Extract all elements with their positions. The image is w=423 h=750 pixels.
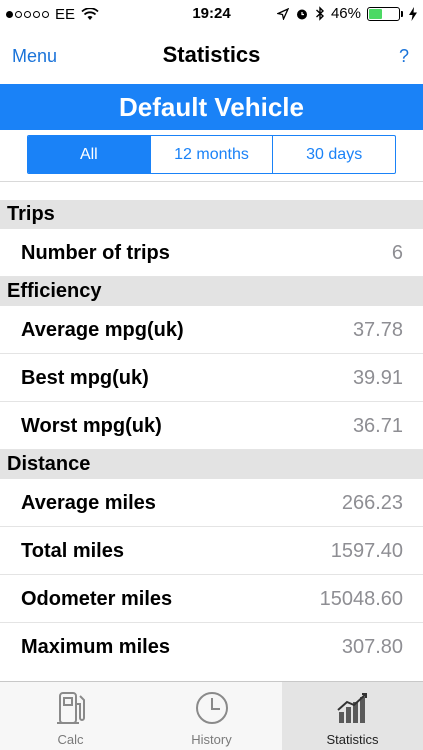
divider — [0, 181, 423, 182]
tab-statistics[interactable]: Statistics — [282, 682, 423, 750]
stat-row: Best mpg(uk) 39.91 — [0, 354, 423, 402]
stat-value: 266.23 — [341, 492, 403, 514]
period-tab-12-months[interactable]: 12 months — [149, 136, 273, 173]
stat-label: Best mpg(uk) — [21, 367, 149, 389]
battery-level — [369, 8, 383, 19]
stat-row: Average mpg(uk) 37.78 — [0, 306, 423, 354]
charging-bolt-icon — [409, 6, 417, 21]
tab-bar: Calc History Statistics — [0, 681, 423, 750]
section-header-trips: Trips — [0, 200, 423, 229]
period-segmented-control: All 12 months 30 days — [27, 135, 396, 174]
fuel-pump-icon — [54, 690, 88, 731]
tab-calc[interactable]: Calc — [0, 682, 141, 750]
stat-row: Worst mpg(uk) 36.71 — [0, 402, 423, 450]
battery-percent: 46% — [330, 5, 361, 22]
vehicle-selector[interactable]: Default Vehicle — [0, 84, 423, 130]
stat-label: Odometer miles — [21, 588, 173, 610]
stat-label: Worst mpg(uk) — [21, 415, 162, 437]
stat-label: Average miles — [21, 492, 156, 514]
section-header-efficiency: Efficiency — [0, 277, 423, 306]
status-right: 46% — [276, 5, 417, 22]
statistics-list[interactable]: Trips Number of trips 6 Efficiency Average m… — [0, 200, 423, 671]
tab-label: History — [191, 732, 232, 747]
stat-value: 39.91 — [352, 367, 403, 389]
location-arrow-icon — [276, 7, 289, 20]
stat-value: 1597.40 — [330, 540, 403, 562]
stat-value: 6 — [391, 242, 403, 264]
navigation-bar: Menu Statistics ? — [0, 28, 423, 84]
stat-row: Average miles 266.23 — [0, 479, 423, 527]
tab-label: Calc — [57, 732, 84, 747]
alarm-icon — [296, 9, 307, 19]
stat-value: 15048.60 — [319, 588, 403, 610]
stat-label: Maximum miles — [21, 636, 170, 658]
stat-label: Average mpg(uk) — [21, 319, 184, 341]
section-header-distance: Distance — [0, 450, 423, 479]
stat-label: Number of trips — [21, 242, 170, 264]
period-tab-all[interactable]: All — [28, 136, 150, 173]
period-tab-30-days[interactable]: 30 days — [272, 136, 395, 173]
clock-icon — [194, 690, 230, 731]
stat-row: Total miles 1597.40 — [0, 527, 423, 575]
battery-icon — [367, 6, 403, 21]
stat-value: 36.71 — [352, 415, 403, 437]
stat-row: Maximum miles 307.80 — [0, 623, 423, 671]
page-title: Statistics — [162, 42, 261, 67]
stat-value: 37.78 — [352, 319, 403, 341]
chart-icon — [335, 690, 371, 731]
bluetooth-icon — [315, 6, 324, 21]
tab-label: Statistics — [326, 732, 379, 747]
stat-label: Total miles — [21, 540, 124, 562]
help-button[interactable]: ? — [399, 46, 409, 67]
stat-row: Odometer miles 15048.60 — [0, 575, 423, 623]
status-bar: EE 19:24 46% — [0, 0, 423, 28]
tab-history[interactable]: History — [141, 682, 282, 750]
stat-row: Number of trips 6 — [0, 229, 423, 277]
stat-value: 307.80 — [341, 636, 403, 658]
